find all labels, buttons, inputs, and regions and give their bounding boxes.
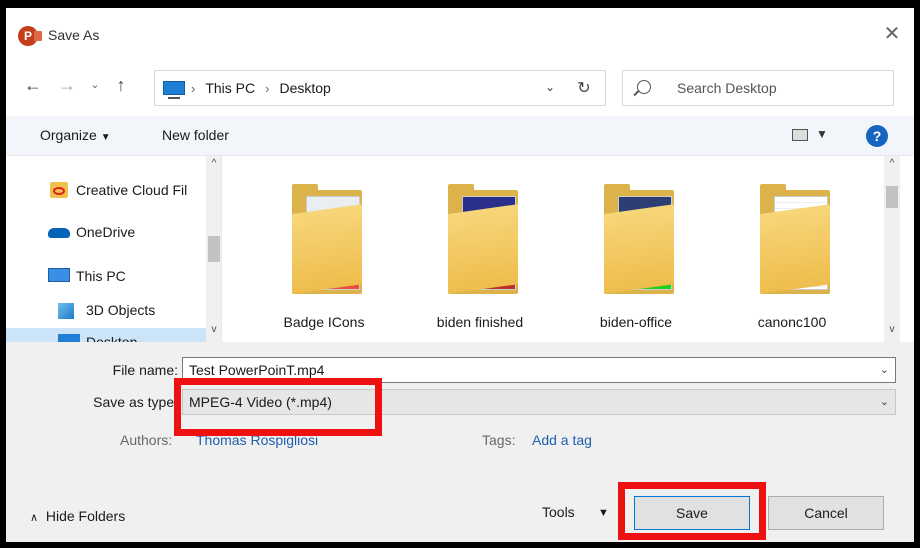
nav-scrollbar[interactable]: ^ v bbox=[206, 156, 221, 342]
address-bar[interactable]: › This PC › Desktop ⌄ ↻ bbox=[154, 70, 606, 106]
forward-arrow-icon[interactable]: → bbox=[56, 74, 78, 96]
nav-item-label: OneDrive bbox=[76, 224, 136, 240]
chevron-down-icon[interactable]: ⌄ bbox=[545, 80, 555, 94]
onedrive-icon bbox=[48, 228, 70, 238]
breadcrumb: › This PC › Desktop bbox=[191, 80, 331, 96]
folder-item[interactable]: Badge ICons bbox=[262, 180, 386, 340]
chevron-right-icon: › bbox=[265, 80, 270, 96]
up-arrow-icon[interactable]: ↑ bbox=[110, 74, 132, 96]
pc-icon bbox=[48, 268, 70, 282]
help-icon[interactable]: ? bbox=[866, 125, 888, 147]
organize-label: Organize bbox=[40, 127, 97, 143]
nav-scrollbar-thumb[interactable] bbox=[208, 236, 220, 262]
content-scrollbar-thumb[interactable] bbox=[886, 186, 898, 208]
save-as-type-label: Save as type: bbox=[93, 394, 178, 410]
chevron-down-icon[interactable]: ⌄ bbox=[880, 395, 889, 408]
back-arrow-icon[interactable]: ← bbox=[22, 74, 44, 96]
hide-folders-label: Hide Folders bbox=[45, 508, 126, 524]
search-placeholder: Search Desktop bbox=[677, 80, 777, 96]
folder-name: biden-office bbox=[599, 314, 673, 330]
new-folder-button[interactable]: New folder bbox=[162, 127, 229, 143]
nav-item-creative-cloud[interactable]: Creative Cloud Fil bbox=[6, 176, 206, 204]
powerpoint-icon: P bbox=[18, 26, 42, 46]
caret-down-icon[interactable]: ▼ bbox=[816, 127, 828, 141]
chevron-down-icon[interactable]: ⌄ bbox=[880, 363, 889, 376]
folder-icon bbox=[292, 204, 362, 294]
highlight-box-save-type bbox=[174, 378, 382, 436]
folder-item[interactable]: biden finished bbox=[418, 180, 542, 340]
title-bar: P Save As ✕ bbox=[6, 8, 914, 52]
caret-up-icon: ∧ bbox=[30, 512, 39, 524]
tags-label: Tags: bbox=[482, 432, 516, 448]
file-list: Badge ICons biden finished biden-office … bbox=[222, 156, 914, 342]
view-options-icon[interactable] bbox=[792, 129, 808, 141]
address-row: ← → ⌄ ↑ › This PC › Desktop ⌄ ↻ Search D… bbox=[6, 64, 914, 108]
folder-item[interactable]: canonc100 bbox=[730, 180, 854, 340]
refresh-icon[interactable]: ↻ bbox=[573, 78, 595, 100]
nav-item-label: Creative Cloud Fil bbox=[76, 182, 188, 198]
cancel-button[interactable]: Cancel bbox=[768, 496, 884, 530]
recent-dropdown-icon[interactable]: ⌄ bbox=[84, 74, 106, 96]
close-button[interactable]: ✕ bbox=[880, 22, 904, 46]
highlight-box-save-button bbox=[618, 482, 766, 540]
cube-icon bbox=[58, 303, 74, 319]
nav-item-label: 3D Objects bbox=[86, 302, 156, 318]
crumb-desktop[interactable]: Desktop bbox=[279, 80, 330, 96]
folder-icon bbox=[604, 204, 674, 294]
nav-item-label: This PC bbox=[76, 268, 126, 284]
file-name-value: Test PowerPoinT.mp4 bbox=[189, 362, 325, 378]
scroll-down-icon[interactable]: v bbox=[206, 324, 221, 335]
crumb-this-pc[interactable]: This PC bbox=[205, 80, 255, 96]
folder-icon bbox=[448, 204, 518, 294]
save-as-dialog: P Save As ✕ ← → ⌄ ↑ › This PC › Desktop … bbox=[6, 8, 914, 542]
organize-button[interactable]: Organize ▼ bbox=[40, 127, 111, 143]
add-tag-link[interactable]: Add a tag bbox=[532, 432, 592, 448]
pc-icon bbox=[163, 81, 185, 99]
authors-label: Authors: bbox=[120, 432, 173, 448]
search-input[interactable]: Search Desktop bbox=[622, 70, 894, 106]
nav-item-3d-objects[interactable]: 3D Objects bbox=[6, 296, 206, 324]
desktop-icon bbox=[58, 334, 80, 342]
nav-item-desktop[interactable]: Desktop bbox=[6, 328, 206, 342]
search-icon bbox=[637, 80, 651, 94]
caret-down-icon[interactable]: ▼ bbox=[598, 507, 609, 519]
caret-down-icon: ▼ bbox=[100, 132, 111, 143]
command-toolbar: Organize ▼ New folder ▼ ? bbox=[6, 116, 914, 156]
navigation-pane: Creative Cloud Fil OneDrive This PC 3D O… bbox=[6, 156, 222, 342]
hide-folders-button[interactable]: ∧ Hide Folders bbox=[30, 508, 125, 524]
folder-name: Badge ICons bbox=[283, 314, 365, 330]
window-title: Save As bbox=[48, 27, 100, 43]
scroll-up-icon[interactable]: ^ bbox=[884, 158, 900, 169]
folder-item[interactable]: biden-office bbox=[574, 180, 698, 340]
nav-item-onedrive[interactable]: OneDrive bbox=[6, 218, 206, 246]
chevron-right-icon: › bbox=[191, 80, 196, 96]
nav-item-this-pc[interactable]: This PC bbox=[6, 262, 206, 290]
folder-name: canonc100 bbox=[757, 314, 827, 330]
file-name-label: File name: bbox=[112, 362, 178, 378]
nav-item-label: Desktop bbox=[86, 334, 138, 342]
folder-name: biden finished bbox=[436, 314, 524, 330]
folder-icon bbox=[760, 204, 830, 294]
scroll-up-icon[interactable]: ^ bbox=[206, 158, 221, 169]
save-form: File name: Test PowerPoinT.mp4 ⌄ Save as… bbox=[6, 342, 914, 542]
tools-button[interactable]: Tools bbox=[542, 504, 575, 520]
creative-cloud-icon bbox=[50, 182, 68, 198]
scroll-down-icon[interactable]: v bbox=[884, 324, 900, 335]
content-scrollbar[interactable]: ^ v bbox=[884, 156, 900, 342]
